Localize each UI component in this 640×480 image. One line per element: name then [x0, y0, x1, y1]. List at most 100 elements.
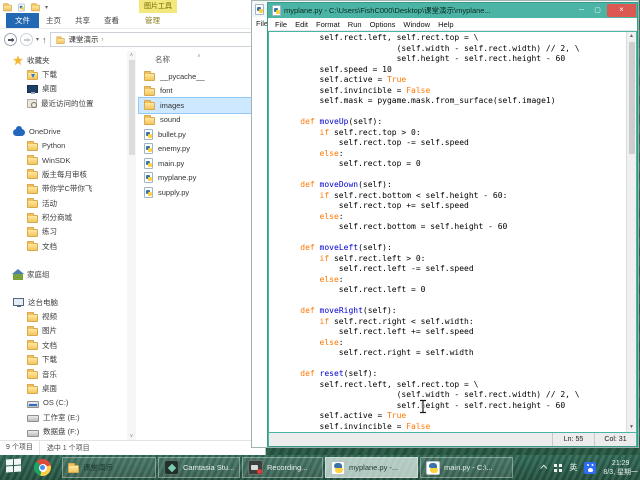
python-icon — [426, 461, 440, 475]
menu-options[interactable]: Options — [370, 20, 396, 29]
file-row-main.py[interactable]: main.py — [139, 156, 261, 171]
sidebar-item-Python[interactable]: Python — [0, 138, 126, 152]
sidebar-item-下载[interactable]: 下载 — [0, 67, 126, 81]
forward-button[interactable] — [20, 33, 33, 46]
column-header-name[interactable]: ∧ 名称 — [139, 51, 265, 68]
clock[interactable]: 21:29 8/3, 星期一 — [603, 459, 638, 477]
chevron-down-icon[interactable]: ▾ — [45, 4, 48, 11]
taskbar-button-Camtasia Stu...[interactable]: Camtasia Stu... — [158, 457, 240, 478]
sidebar-item-图片[interactable]: 图片 — [0, 324, 126, 338]
maximize-button[interactable]: ▢ — [591, 4, 604, 17]
back-button[interactable] — [4, 33, 17, 46]
sidebar-item-OneDrive[interactable]: OneDrive — [0, 124, 126, 138]
python-file-icon — [144, 143, 153, 154]
idle-titlebar[interactable]: myplane.py - C:\Users\FishC000\Desktop\课… — [268, 3, 637, 18]
scrollbar-thumb[interactable] — [129, 60, 135, 155]
ime-indicator[interactable]: 英 — [569, 462, 577, 473]
sidebar-item-label: Python — [42, 141, 65, 150]
sidebar-item-数据盘 (F:)[interactable]: 数据盘 (F:) — [0, 424, 126, 438]
chrome-icon[interactable] — [34, 459, 51, 476]
ribbon-tab-管理[interactable]: 管理 — [138, 13, 167, 28]
menu-format[interactable]: Format — [316, 20, 340, 29]
sidebar-item-文档[interactable]: 文档 — [0, 239, 126, 253]
file-row-bullet.py[interactable]: bullet.py — [139, 127, 261, 142]
breadcrumb-chevron-icon[interactable]: › — [102, 37, 104, 43]
minimize-button[interactable]: ─ — [575, 4, 588, 17]
sidebar-item-收藏夹[interactable]: 收藏夹 — [0, 53, 126, 67]
navigation-pane: 收藏夹下载桌面最近访问的位置OneDrivePythonWinSDK版主每月审核… — [0, 53, 126, 440]
sidebar-item-最近访问的位置[interactable]: 最近访问的位置 — [0, 96, 126, 110]
menu-file[interactable]: File — [275, 20, 287, 29]
file-row-sound[interactable]: sound — [139, 113, 261, 128]
idle-file-icon — [255, 4, 264, 15]
scroll-up-icon[interactable]: ∧ — [127, 51, 136, 59]
taskbar-button-Recording...[interactable]: Recording... — [242, 457, 323, 478]
history-dropdown-icon[interactable]: ▾ — [36, 36, 39, 43]
start-button-icon[interactable] — [6, 458, 21, 472]
sidebar-item-label: 数据盘 (F:) — [43, 426, 79, 437]
file-row-enemy.py[interactable]: enemy.py — [139, 142, 261, 157]
file-row-supply.py[interactable]: supply.py — [139, 185, 261, 200]
scroll-up-icon[interactable]: ▲ — [627, 32, 636, 41]
sidebar-item-积分商城[interactable]: 积分商城 — [0, 210, 126, 224]
ribbon-tab-文件[interactable]: 文件 — [6, 13, 39, 28]
quick-access-toolbar: ▾ — [2, 1, 48, 13]
ribbon-tab-共享[interactable]: 共享 — [68, 13, 97, 28]
code-line: else: — [281, 149, 626, 160]
menu-window[interactable]: Window — [403, 20, 430, 29]
paw-tray-icon[interactable] — [584, 462, 596, 474]
sidebar-item-练习[interactable]: 练习 — [0, 225, 126, 239]
address-box[interactable]: 课堂演示 › — [50, 32, 259, 47]
file-row-myplane.py[interactable]: myplane.py — [139, 171, 261, 186]
menu-run[interactable]: Run — [348, 20, 362, 29]
sidebar-item-活动[interactable]: 活动 — [0, 196, 126, 210]
up-button[interactable]: ↑ — [42, 35, 47, 45]
picture-tools-tab[interactable]: 图片工具 — [139, 0, 177, 13]
sidebar-item-WinSDK[interactable]: WinSDK — [0, 153, 126, 167]
file-row-font[interactable]: font — [139, 84, 261, 99]
file-icon[interactable] — [18, 3, 24, 11]
navigation-scrollbar[interactable]: ∧ ∨ — [127, 51, 136, 440]
file-row-images[interactable]: images — [139, 98, 261, 113]
ribbon-tabs: 文件主页共享查看管理 — [0, 13, 265, 29]
sidebar-item-工作室 (E:)[interactable]: 工作室 (E:) — [0, 410, 126, 424]
ribbon-tab-查看[interactable]: 查看 — [97, 13, 126, 28]
file-name: __pycache__ — [160, 72, 205, 81]
windows-tray-icon[interactable] — [554, 464, 557, 467]
menu-edit[interactable]: Edit — [295, 20, 308, 29]
sidebar-item-带你学C带你飞[interactable]: 带你学C带你飞 — [0, 182, 126, 196]
taskbar-button-myplane.py -...[interactable]: myplane.py -... — [325, 457, 418, 478]
breadcrumb[interactable]: 课堂演示 — [69, 34, 99, 45]
sidebar-item-音乐[interactable]: 音乐 — [0, 367, 126, 381]
folder-icon[interactable] — [31, 5, 40, 11]
taskbar-button-main.py - C:\...[interactable]: main.py - C:\... — [420, 457, 513, 478]
code-area[interactable]: self.rect.left, self.rect.top = \ (self.… — [269, 32, 636, 432]
scroll-down-icon[interactable]: ∨ — [127, 432, 136, 440]
idle-window: myplane.py - C:\Users\FishC000\Desktop\课… — [267, 2, 638, 447]
scrollbar-thumb[interactable] — [629, 42, 635, 154]
folder-icon — [144, 102, 155, 110]
sidebar-item-桌面[interactable]: 桌面 — [0, 381, 126, 395]
menu-help[interactable]: Help — [438, 20, 453, 29]
sidebar-item-视频[interactable]: 视频 — [0, 309, 126, 323]
code-editor[interactable]: self.rect.left, self.rect.top = \ (self.… — [269, 32, 626, 432]
sidebar-item-桌面[interactable]: 桌面 — [0, 82, 126, 96]
folder-icon[interactable] — [3, 5, 12, 11]
taskbar-button-课堂演示[interactable]: 课堂演示 — [62, 457, 156, 478]
sidebar-item-OS (C:)[interactable]: OS (C:) — [0, 396, 126, 410]
sidebar-item-家庭组[interactable]: 家庭组 — [0, 267, 126, 281]
sidebar-item-这台电脑[interactable]: 这台电脑 — [0, 295, 126, 309]
file-name: images — [160, 101, 184, 110]
taskbar-button-label: 课堂演示 — [83, 462, 113, 473]
sidebar-item-文档[interactable]: 文档 — [0, 338, 126, 352]
file-row-__pycache__[interactable]: __pycache__ — [139, 69, 261, 84]
sidebar-item-下载[interactable]: 下载 — [0, 353, 126, 367]
file-name: enemy.py — [158, 144, 190, 153]
sidebar-item-版主每月审核[interactable]: 版主每月审核 — [0, 167, 126, 181]
code-scrollbar[interactable]: ▲ ▼ — [626, 32, 636, 432]
idle-status-bar: Ln: 55 Col: 31 — [269, 433, 636, 446]
scroll-down-icon[interactable]: ▼ — [627, 423, 636, 432]
ribbon-tab-主页[interactable]: 主页 — [39, 13, 68, 28]
close-button[interactable]: × — [607, 4, 636, 17]
tray-expand-icon[interactable] — [541, 465, 548, 472]
